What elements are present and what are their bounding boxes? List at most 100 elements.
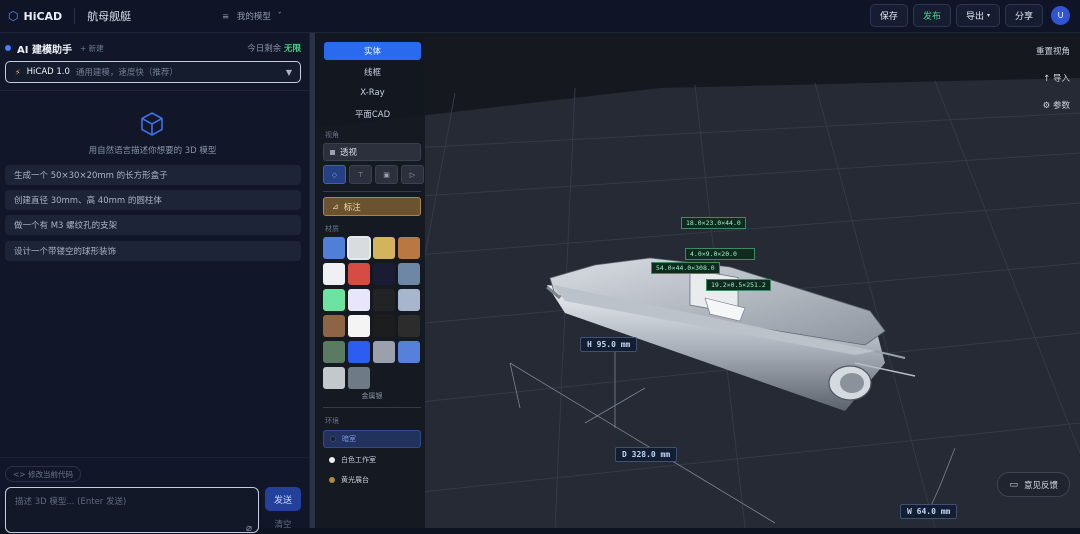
hexagon-logo-icon: ⬡ — [8, 9, 19, 23]
view-buttons: ◇ ⊤ ▣ ▷ — [323, 165, 424, 184]
mode-solid[interactable]: 实体 — [324, 42, 421, 60]
chevron-down-icon: ˇ — [277, 12, 282, 22]
export-button[interactable]: 导出 ▾ — [955, 4, 1000, 27]
project-name[interactable]: 航母舰艇 — [87, 8, 131, 24]
part-dimension-tag[interactable]: 19.2×0.5×251.2 — [706, 279, 771, 291]
suggestion-item[interactable]: 创建直径 30mm、高 40mm 的圆柱体 — [5, 190, 301, 210]
brand-name: HiCAD — [23, 9, 63, 23]
material-swatch[interactable] — [398, 289, 420, 311]
new-chat-button[interactable]: + 新建 — [80, 43, 104, 54]
list-icon: ≡ — [222, 12, 230, 22]
material-swatch[interactable] — [398, 341, 420, 363]
prompt-placeholder: 描述 3D 模型... (Enter 发送) — [15, 497, 127, 507]
material-swatch[interactable] — [323, 237, 345, 259]
quota-label: 今日剩余 — [247, 44, 282, 54]
publish-button[interactable]: 发布 — [912, 4, 951, 27]
quota-status: 今日剩余 无限 — [247, 42, 301, 54]
env-dot — [330, 436, 336, 442]
material-swatch[interactable] — [348, 367, 370, 389]
material-swatch[interactable] — [348, 289, 370, 311]
share-button[interactable]: 分享 — [1004, 4, 1043, 27]
clear-button[interactable]: 清空 — [265, 518, 301, 530]
avatar[interactable]: U — [1051, 6, 1070, 25]
paperclip-icon[interactable]: ⌀ — [246, 523, 252, 534]
divider — [323, 191, 421, 192]
import-label: 导入 — [1052, 74, 1070, 84]
ruler-icon: ⊿ — [332, 202, 339, 211]
part-dimension-tag[interactable]: 54.0×44.0×308.0 — [651, 262, 720, 274]
env-label: 暗室 — [342, 435, 356, 443]
assistant-title: AI 建模助手 — [17, 44, 72, 56]
env-dot — [329, 477, 335, 483]
material-swatch[interactable] — [373, 289, 395, 311]
environment-section-label: 环境 — [325, 417, 339, 425]
material-swatch[interactable] — [323, 341, 345, 363]
view-side-button[interactable]: ▷ — [401, 165, 424, 184]
feedback-button[interactable]: ▭ 意见反馈 — [997, 472, 1070, 497]
suggestion-item[interactable]: 生成一个 50×30×20mm 的长方形盒子 — [5, 165, 301, 185]
material-swatch[interactable] — [347, 236, 371, 260]
material-swatch[interactable] — [398, 263, 420, 285]
export-label: 导出 — [965, 12, 984, 22]
chat-bubble-icon: ▭ — [1009, 479, 1018, 490]
parameters-label: 参数 — [1052, 101, 1070, 111]
brand-logo[interactable]: ⬡ HiCAD — [8, 9, 62, 23]
material-swatch[interactable] — [373, 263, 395, 285]
material-swatch[interactable] — [348, 263, 370, 285]
view-front-button[interactable]: ▣ — [375, 165, 398, 184]
viewport-actions: 重置视角 ↑ 导入 ⚙ 参数 — [1036, 45, 1070, 126]
reset-view-button[interactable]: 重置视角 — [1036, 45, 1070, 57]
suggestion-item[interactable]: 做一个有 M3 螺纹孔的支架 — [5, 215, 301, 235]
env-option-dark-room[interactable]: 暗室 — [323, 430, 421, 448]
part-dimension-tag[interactable]: 18.0×23.0×44.0 — [681, 217, 746, 229]
material-swatches — [323, 236, 423, 389]
width-dimension: W 64.0 mm — [900, 504, 958, 519]
topbar-divider — [74, 8, 76, 24]
mode-flat-cad[interactable]: 平面CAD — [324, 105, 421, 123]
lightning-icon: ⚡ — [15, 67, 21, 77]
mode-wireframe[interactable]: 线框 — [324, 63, 421, 81]
material-section-label: 材质 — [325, 225, 339, 233]
material-swatch[interactable] — [323, 315, 345, 337]
chevron-down-icon: ▾ — [986, 12, 990, 19]
quota-value: 无限 — [283, 44, 301, 54]
depth-dimension: D 328.0 mm — [615, 447, 678, 462]
material-swatch[interactable] — [323, 263, 345, 285]
suggestion-item[interactable]: 设计一个带镂空的球形装饰 — [5, 241, 301, 261]
assistant-hint: 用自然语言描述你想要的 3D 模型 — [88, 146, 217, 156]
mode-xray[interactable]: X-Ray — [324, 84, 421, 102]
my-models-menu[interactable]: ≡ 我的模型 ˇ — [222, 10, 282, 22]
material-swatch[interactable] — [398, 237, 420, 259]
material-swatch[interactable] — [398, 315, 420, 337]
top-bar: ⬡ HiCAD 航母舰艇 ≡ 我的模型 ˇ 保存 发布 导出 ▾ 分享 U — [0, 0, 1080, 33]
save-button[interactable]: 保存 — [869, 4, 908, 27]
divider — [0, 90, 310, 91]
view-top-button[interactable]: ⊤ — [349, 165, 372, 184]
send-button[interactable]: 发送 — [265, 487, 301, 511]
import-button[interactable]: ↑ 导入 — [1036, 72, 1070, 84]
divider — [323, 407, 421, 408]
prompt-input[interactable]: 描述 3D 模型... (Enter 发送) ⌀ — [5, 487, 259, 534]
material-swatch[interactable] — [348, 315, 370, 337]
annotate-button[interactable]: ⊿ 标注 — [323, 197, 421, 216]
material-swatch[interactable] — [323, 367, 345, 389]
3d-scene[interactable] — [315, 33, 1080, 528]
material-swatch[interactable] — [323, 289, 345, 311]
material-swatch[interactable] — [373, 341, 395, 363]
material-swatch[interactable] — [373, 237, 395, 259]
env-option-yellow-stage[interactable]: 黄光展台 — [323, 471, 421, 489]
parameters-button[interactable]: ⚙ 参数 — [1036, 99, 1070, 111]
model-selector[interactable]: ⚡ HiCAD 1.0 通用建模，速度快（推荐） ▼ — [5, 61, 301, 83]
env-dot — [329, 457, 335, 463]
view-iso-button[interactable]: ◇ — [323, 165, 346, 184]
3d-viewport[interactable]: 18.0×23.0×44.0 4.0×9.0×20.0 54.0×44.0×30… — [315, 33, 1080, 528]
part-dimension-tag[interactable]: 4.0×9.0×20.0 — [685, 248, 755, 260]
projection-select[interactable]: 透视 — [323, 143, 421, 161]
env-option-white-studio[interactable]: 白色工作室 — [323, 451, 421, 469]
modify-code-chip[interactable]: <> 修改当前代码 — [5, 466, 81, 482]
material-swatch[interactable] — [373, 315, 395, 337]
my-models-label: 我的模型 — [236, 12, 271, 22]
env-label: 黄光展台 — [341, 476, 369, 484]
topbar-actions: 保存 发布 导出 ▾ 分享 U — [869, 4, 1070, 27]
material-swatch[interactable] — [348, 341, 370, 363]
